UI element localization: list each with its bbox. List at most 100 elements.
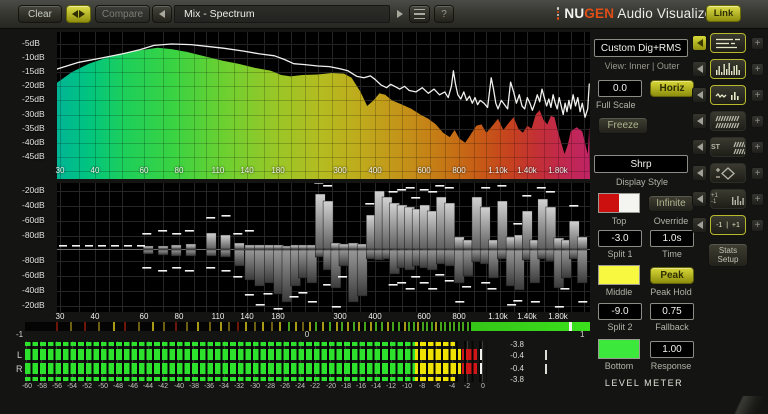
response-value-field[interactable]: 1.00 (650, 341, 694, 358)
view-spectrogram-button[interactable] (710, 111, 746, 131)
view-vectorscope-add-button[interactable]: + (751, 167, 764, 180)
middle-color (599, 266, 639, 284)
correlation-line (341, 322, 343, 331)
view-stereo-spectrogram-add-button[interactable]: + (751, 141, 764, 154)
split2-value-field[interactable]: -9.0 (598, 303, 642, 320)
split1-value-field[interactable]: -3.0 (598, 230, 642, 247)
stats-setup-button[interactable]: Stats Setup (708, 243, 748, 267)
view-wave-bars-button[interactable] (710, 85, 746, 105)
split-db-tick-label: -40dB (22, 285, 45, 295)
meter-segment-mask (25, 341, 487, 382)
view-stereo-spectrogram-button[interactable]: ST (710, 137, 746, 157)
spectrum-db-tick-label: -35dB (22, 123, 45, 133)
bottom-color-swatch[interactable] (598, 339, 640, 359)
view-vectorscope-expand-button[interactable] (692, 165, 707, 181)
split-db-tick-label: -80dB (22, 255, 45, 265)
view-vectorscope-button[interactable] (710, 163, 746, 183)
correlation-line (163, 322, 165, 331)
spectrum-freq-tick-label: 1.40k (517, 166, 537, 175)
split-freq-tick-label: 30 (55, 312, 65, 321)
freeze-button[interactable]: Freeze (598, 117, 648, 134)
view-correlation-meter-expand-button[interactable] (692, 217, 707, 233)
top-color-swatch[interactable] (598, 193, 640, 213)
correlation-line (228, 322, 230, 331)
peak-button-label: Peak (660, 270, 684, 281)
split-freq-tick-label: 400 (368, 312, 382, 321)
split-db-tick-label: -40dB (22, 200, 45, 210)
visualizer-window: Clear Compare Mix - Spectrum ? NUGEN Aud… (0, 0, 768, 414)
fallback-value-field[interactable]: 0.75 (650, 303, 694, 320)
meter-mode-selector[interactable]: Custom Dig+RMS (594, 39, 688, 57)
compare-button[interactable]: Compare (95, 5, 150, 23)
spectrum-db-tick-label: -15dB (22, 66, 45, 76)
correlation-line (245, 322, 247, 331)
view-wave-bars-expand-button[interactable] (692, 87, 707, 103)
meter-mode-value: Custom Dig+RMS (600, 42, 682, 54)
correlation-line (279, 322, 281, 331)
view-wave-bars-add-button[interactable]: + (751, 89, 764, 102)
preset-selector[interactable]: Mix - Spectrum (174, 5, 390, 23)
prev-arrow-icon (159, 10, 165, 18)
preset-prev-button[interactable] (152, 5, 172, 23)
view-spectrum-bars-add-button[interactable]: + (751, 63, 764, 76)
fullscale-value-field[interactable]: 0.0 (598, 80, 642, 97)
view-correlation-meter-add-button[interactable]: + (751, 219, 764, 232)
correlation-line (347, 322, 349, 331)
expand-arrow-icon (696, 65, 703, 73)
next-arrow-icon (397, 10, 403, 18)
clear-button[interactable]: Clear (18, 5, 62, 23)
correlation-line (358, 322, 360, 331)
correlation-line (237, 322, 239, 331)
corrbars-icon (731, 194, 745, 205)
correlation-line (404, 322, 406, 331)
split-db-tick-label: -80dB (22, 230, 45, 240)
view-mode-label[interactable]: View: Inner | Outer (592, 61, 692, 71)
split-db-tick-label: -20dB (22, 300, 45, 310)
horiz-toggle-button[interactable]: Horiz (650, 80, 694, 97)
correlation-line (138, 322, 140, 331)
view-spectrogram-add-button[interactable]: + (751, 115, 764, 128)
split2-label: Split 2 (607, 322, 633, 332)
correlation-line (426, 322, 428, 331)
view-spectrum-bars-expand-button[interactable] (692, 61, 707, 77)
view-spectrum-lines-expand-button[interactable] (692, 35, 707, 51)
display-style-label: Display Style (615, 177, 669, 187)
view-stereo-spectrogram-expand-button[interactable] (692, 139, 707, 155)
view-spectrum-bars-button[interactable] (710, 59, 746, 79)
correlation-line (398, 322, 400, 331)
link-button[interactable]: Link (706, 5, 741, 22)
fullscale-label: Full Scale (596, 100, 636, 110)
correlation-line (413, 322, 415, 331)
view-correlation-spectrum-add-button[interactable]: + (751, 193, 764, 206)
view-spectrum-lines-button[interactable] (710, 33, 746, 53)
correlation-line (458, 322, 460, 331)
corner-sheen (700, 396, 768, 414)
display-style-selector[interactable]: Shrp (594, 155, 688, 173)
split-freq-tick-label: 40 (90, 312, 100, 321)
correlation-line (392, 322, 394, 331)
meter-peak-value-l: -0.4 (510, 351, 524, 360)
correlation-line (387, 322, 389, 331)
help-icon: ? (441, 8, 447, 20)
view-correlation-spectrum-button[interactable]: +1 -1 (710, 189, 746, 209)
override-infinite-button[interactable]: Infinite (648, 195, 694, 212)
view-spectrum-lines-add-button[interactable]: + (751, 37, 764, 50)
meter-peak-hold-l (480, 349, 482, 360)
fallback-value: 0.75 (662, 306, 682, 317)
correlation-line (375, 322, 377, 331)
correlation-line (295, 322, 297, 331)
logo-gen: GEN (584, 6, 615, 21)
view-correlation-meter-button[interactable]: -1 | +1 (710, 215, 746, 235)
middle-color-swatch[interactable] (598, 265, 640, 285)
help-button[interactable]: ? (434, 5, 454, 23)
ab-swap-button[interactable] (66, 5, 91, 23)
view-correlation-spectrum-expand-button[interactable] (692, 191, 707, 207)
view-spectrogram-expand-button[interactable] (692, 113, 707, 129)
time-value-field[interactable]: 1.0s (650, 230, 694, 247)
spectrum-freq-tick-label: 110 (211, 166, 225, 175)
meter-peak-hold-r (480, 363, 482, 374)
preset-next-button[interactable] (392, 5, 408, 23)
peak-hold-button[interactable]: Peak (650, 267, 694, 284)
preset-menu-button[interactable] (409, 5, 430, 23)
meter-aux-tick-l (545, 350, 547, 360)
